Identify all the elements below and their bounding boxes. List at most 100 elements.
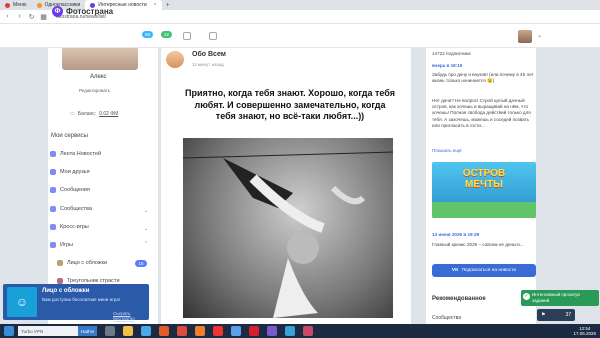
sidebar-item-cross-games[interactable]: Кросс-игры	[50, 224, 89, 230]
ok-icon	[36, 2, 42, 8]
chevron-down-icon[interactable]: ⌄	[144, 208, 148, 214]
check-icon: ✓	[523, 293, 530, 300]
sidebar-item-label: Игры	[60, 242, 73, 248]
app-icon[interactable]	[302, 326, 313, 336]
yandex-icon[interactable]	[212, 326, 223, 336]
post-quote: Приятно, когда тебя знают. Хорошо, когда…	[185, 88, 395, 121]
viber-icon[interactable]	[266, 326, 277, 336]
chat-icon[interactable]	[183, 32, 191, 40]
messages-icon	[50, 187, 56, 193]
sidebar-item-label: Кросс-игры	[60, 224, 89, 230]
task-view-icon[interactable]	[104, 326, 115, 336]
sidebar-item-communities[interactable]: Сообщества	[50, 206, 92, 212]
balance-row: ▭ Баланс: 0.02 ФМ	[70, 111, 118, 117]
ad-island	[432, 202, 536, 218]
news-text-2: Нет дачи? Не вопрос! Строй целый дачный …	[432, 98, 531, 128]
app-icon[interactable]	[284, 326, 295, 336]
search-text: Turbo VPN	[21, 328, 44, 334]
gifts-icon[interactable]	[209, 32, 217, 40]
grid-icon[interactable]: ▦	[40, 13, 47, 21]
sidebar-item-label: Мои друзья	[60, 169, 90, 175]
post-time: 11 минут назад	[192, 62, 224, 67]
communities-link[interactable]: Сообщества	[432, 315, 461, 321]
logo-icon: Ф	[52, 6, 63, 17]
game-label: Лицо с обложки	[67, 260, 108, 266]
taskbar: Turbo VPN Найти 12:54 17.06.2026	[0, 324, 600, 338]
edit-profile-link[interactable]: Редактировать	[79, 88, 110, 93]
opera-icon	[5, 2, 10, 8]
news-text-1: Забудь про дачу и внуков! (или почему в …	[432, 72, 534, 84]
wallet-icon: ▭	[70, 111, 75, 117]
tab-label: Меню	[13, 2, 27, 8]
sidebar-item-news[interactable]: Лента Новостей	[50, 151, 101, 157]
vk-icon: VK	[451, 268, 459, 273]
site-header	[0, 24, 600, 48]
messages-badge[interactable]: 22	[161, 31, 173, 38]
taskbar-search[interactable]: Turbo VPN	[18, 326, 78, 336]
taskbar-find-button[interactable]: Найти	[78, 326, 97, 336]
notification-counter[interactable]: ⚑ 37	[537, 309, 575, 321]
game-badge: 16	[135, 260, 147, 267]
profile-name[interactable]: Алекс	[90, 74, 107, 80]
sidebar-item-friends[interactable]: Мои друзья	[50, 169, 90, 175]
popup-title: Лицо с обложки	[42, 288, 90, 294]
balance-label: Баланс:	[77, 111, 97, 117]
clock-date: 17.06.2026	[573, 331, 596, 336]
sidebar-item-messages[interactable]: Сообщения	[50, 187, 90, 193]
news-text-3: Главный кризис 2026 – совсем не деньги..…	[432, 242, 524, 247]
sidebar-item-label: Лента Новостей	[60, 151, 102, 157]
ad-banner[interactable]: ОСТРОВ МЕЧТЫ	[432, 162, 536, 218]
subscribe-label: Подписаться на новости	[461, 268, 517, 273]
sidebar-item-label: Сообщения	[60, 187, 90, 193]
task-tooltip[interactable]: ✓ Интенсивный прохогуи заданий	[521, 290, 599, 306]
post-photo[interactable]	[183, 138, 393, 318]
subscribers-count: 14722 подписчика	[432, 51, 471, 56]
site-logo[interactable]: Ф Фотострана	[52, 6, 113, 17]
sidebar-item-label: Сообщества	[60, 206, 92, 212]
games-icon	[50, 242, 56, 248]
profile-photo[interactable]	[62, 48, 138, 70]
show-more-link[interactable]: Показать ещё	[432, 148, 462, 154]
firefox-icon[interactable]	[158, 326, 169, 336]
ok-app-icon[interactable]	[194, 326, 205, 336]
post-date-1: вчера в 18:16	[432, 63, 463, 68]
close-icon[interactable]: ×	[154, 2, 157, 8]
subscribe-button[interactable]: VK Подписаться на новости	[432, 264, 536, 277]
popup-link[interactable]: Сыграть бесплатно	[113, 311, 149, 321]
opera-app-icon[interactable]	[248, 326, 259, 336]
post-date-2: 13 июня 2026 в 19:29	[432, 232, 480, 237]
back-icon[interactable]: ‹	[4, 13, 11, 20]
cross-games-icon	[50, 224, 56, 230]
game-popup[interactable]: ☺ Лицо с обложки Вам доступна бесплатная…	[3, 284, 149, 321]
balance-value[interactable]: 0.02 ФМ	[99, 111, 118, 117]
services-title: Мои сервисы	[51, 133, 88, 139]
communities-icon	[50, 206, 56, 212]
ad-title: ОСТРОВ МЕЧТЫ	[462, 168, 506, 190]
chrome-icon[interactable]	[176, 326, 187, 336]
popup-game-icon: ☺	[7, 287, 37, 317]
chevron-down-icon[interactable]: ⌄	[537, 32, 542, 39]
reload-icon[interactable]: ↻	[28, 13, 35, 21]
author-avatar[interactable]	[166, 51, 184, 68]
game-item-cover-face[interactable]: Лицо с обложки	[57, 260, 107, 266]
news-icon	[50, 151, 56, 157]
flag-icon: ⚑	[541, 312, 546, 318]
telegram-icon[interactable]	[230, 326, 241, 336]
clock[interactable]: 12:54 17.06.2026	[573, 326, 596, 337]
user-avatar[interactable]	[518, 30, 532, 43]
windows-start-icon[interactable]	[4, 326, 14, 336]
post-author[interactable]: Обо Всем	[192, 51, 226, 58]
new-tab-icon[interactable]: +	[166, 2, 170, 9]
notifications-badge[interactable]: 68	[142, 31, 154, 38]
tab-menu[interactable]: Меню	[0, 0, 32, 10]
forward-icon[interactable]: ›	[16, 13, 23, 20]
friends-icon	[50, 169, 56, 175]
game-icon	[57, 260, 63, 266]
popup-text: Вам доступна бесплатная мини игра!	[42, 297, 121, 302]
chevron-up-icon[interactable]: ⌃	[144, 241, 148, 247]
folder-icon[interactable]	[122, 326, 133, 336]
store-icon[interactable]	[140, 326, 151, 336]
chevron-down-icon[interactable]: ⌄	[144, 226, 148, 232]
sidebar-item-games[interactable]: Игры	[50, 242, 73, 248]
post-photo-illustration	[183, 151, 393, 318]
